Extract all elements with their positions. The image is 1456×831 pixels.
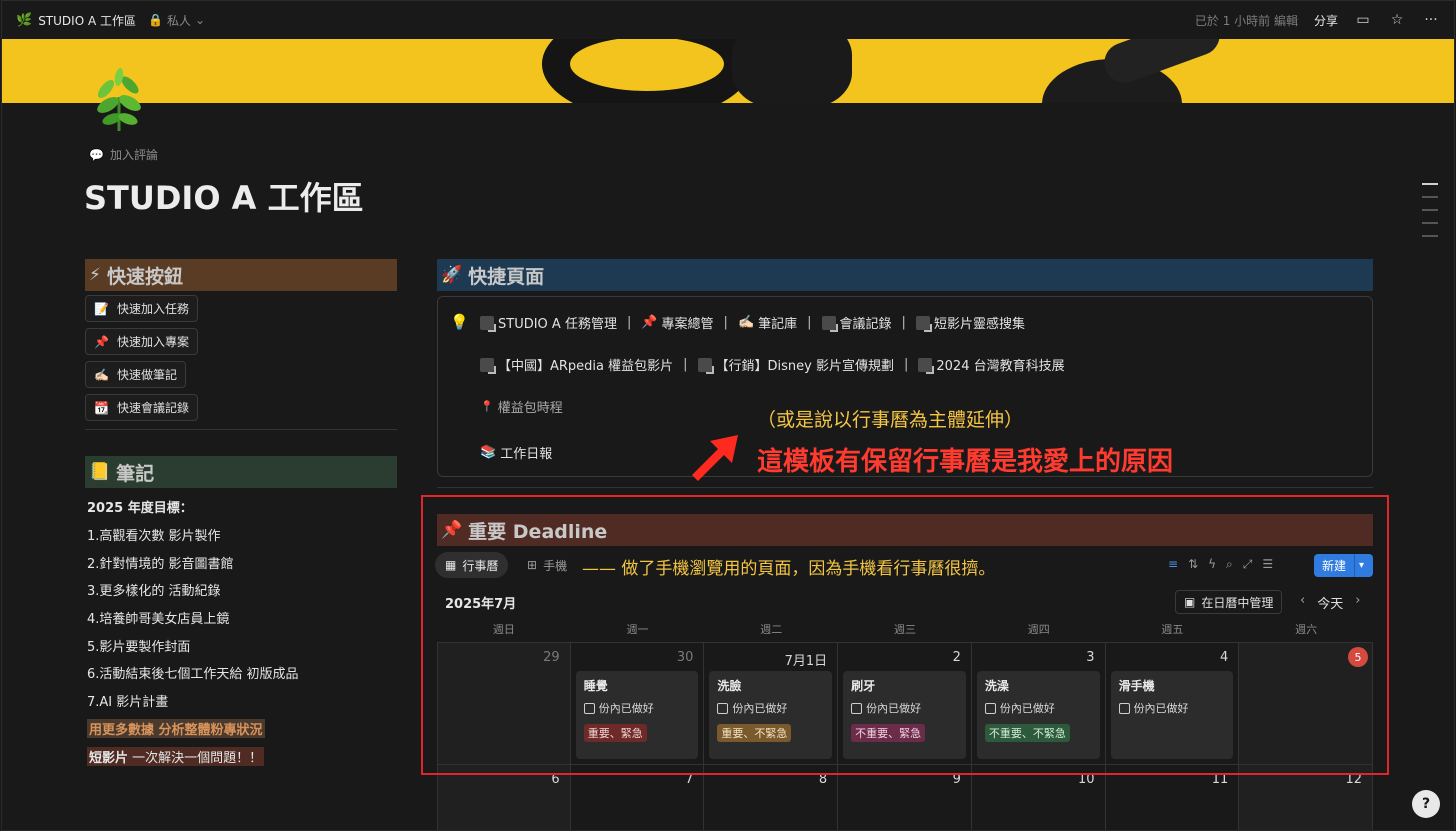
privacy-label: 私人 xyxy=(166,13,191,28)
star-icon[interactable]: ☆ xyxy=(1388,12,1406,28)
page-title[interactable]: STUDIO A 工作區 xyxy=(84,173,364,219)
add-comment[interactable]: 💬 加入評論 xyxy=(89,146,158,163)
share-button[interactable]: 分享 xyxy=(1314,12,1338,29)
quick-add-task-button[interactable]: 📝 快速加入任務 xyxy=(85,295,198,322)
quick-buttons-heading-text: 快速按鈕 xyxy=(106,265,183,288)
page-link[interactable]: ✍🏻 筆記庫 xyxy=(738,313,797,332)
quick-add-task-label: 快速加入任務 xyxy=(116,302,189,316)
table-of-contents-indicator[interactable] xyxy=(1422,183,1438,248)
page-link-icon xyxy=(915,315,932,332)
lock-icon: 🔒 xyxy=(147,13,163,27)
notion-window: 🌿 STUDIO A 工作區 🔒 私人 ⌄ 已於 1 小時前 編輯 分享 ▭ ☆… xyxy=(1,0,1455,831)
workspace-leaf-icon: 🌿 xyxy=(16,12,33,28)
page-link[interactable]: STUDIO A 任務管理 xyxy=(480,313,617,332)
page-link-label: STUDIO A 任務管理 xyxy=(498,317,617,332)
page-link-icon xyxy=(821,315,838,332)
quick-buttons-heading: ⚡ 快速按鈕 xyxy=(85,259,397,291)
goal-title: 2025 年度目標： xyxy=(87,501,193,517)
page-link-label: 【行銷】Disney 影片宣傳規劃 xyxy=(715,359,894,374)
help-icon[interactable]: ? xyxy=(1412,790,1440,818)
comment-icon: 💬 xyxy=(89,147,104,162)
page-link-icon xyxy=(480,315,496,332)
quick-pages-heading-text: 快捷頁面 xyxy=(468,265,545,288)
page-link[interactable]: 📍 權益包時程 xyxy=(480,397,563,416)
quick-add-project-button[interactable]: 📌 快速加入專案 xyxy=(85,328,198,355)
books-icon: 📚 xyxy=(480,445,497,460)
chevron-down-icon: ⌄ xyxy=(194,13,206,27)
goal-item: 2.針對情境的 影音圖書館 xyxy=(87,556,234,572)
notes-heading-text: 筆記 xyxy=(116,462,155,485)
annotation-text: （或是說以行事曆為主體延伸） xyxy=(757,409,1024,431)
page-link-label: 筆記庫 xyxy=(758,317,798,332)
writing-hand-icon: ✍🏻 xyxy=(94,367,109,382)
page-link[interactable]: 📌 專案總管 xyxy=(641,313,713,332)
page-link[interactable]: 短影片靈感搜集 xyxy=(915,313,1025,332)
quick-note-button[interactable]: ✍🏻 快速做筆記 xyxy=(85,361,186,388)
page-link-label: 會議記錄 xyxy=(839,317,892,332)
top-bar: 🌿 STUDIO A 工作區 🔒 私人 ⌄ 已於 1 小時前 編輯 分享 ▭ ☆… xyxy=(2,1,1454,39)
short-video-label: 短影片 xyxy=(89,750,129,766)
quick-pages-heading: 🚀 快捷頁面 xyxy=(437,259,1373,291)
quick-add-project-label: 快速加入專案 xyxy=(116,335,189,349)
page-link-label: 【中國】ARpedia 權益包影片 xyxy=(498,359,674,374)
page-link[interactable]: 會議記錄 xyxy=(821,313,892,332)
page-link-icon xyxy=(480,357,496,374)
goal-item: 1.高觀看次數 影片製作 xyxy=(87,529,221,545)
lightning-icon: ⚡ xyxy=(89,265,101,285)
writing-hand-icon: ✍🏻 xyxy=(737,315,755,330)
breadcrumb-workspace[interactable]: STUDIO A 工作區 xyxy=(38,12,136,29)
quick-note-label: 快速做筆記 xyxy=(116,368,177,382)
quick-pages-row: 📍 權益包時程 xyxy=(480,397,563,416)
quick-pages-row: 📚 工作日報 xyxy=(480,443,552,462)
page-link-label: 短影片靈感搜集 xyxy=(933,317,1025,332)
notebook-icon: 📒 xyxy=(89,462,111,482)
quick-meeting-button[interactable]: 📆 快速會議記錄 xyxy=(85,394,198,421)
goal-item: 5.影片要製作封面 xyxy=(87,639,191,655)
pushpin-icon: 📌 xyxy=(94,334,109,349)
page-link-label: 工作日報 xyxy=(500,447,553,462)
quick-pages-row: STUDIO A 任務管理 | 📌 專案總管 | ✍🏻 筆記庫 | 會議記錄 | 短… xyxy=(480,313,1025,332)
short-video-text: 一次解決一個問題！！ xyxy=(128,750,263,766)
notes-list: 2025 年度目標： 1.高觀看次數 影片製作 2.針對情境的 影音圖書館 3.… xyxy=(87,493,299,770)
annotation-frame xyxy=(421,495,1389,775)
add-comment-label: 加入評論 xyxy=(109,148,158,162)
notes-heading: 📒 筆記 xyxy=(85,456,397,488)
divider xyxy=(85,429,397,430)
lightbulb-icon: 💡 xyxy=(450,313,469,331)
goal-item: 7.AI 影片計畫 xyxy=(87,695,169,711)
annotation-text: 這模板有保留行事曆是我愛上的原因 xyxy=(757,447,1174,477)
page-link-label: 2024 台灣教育科技展 xyxy=(936,359,1065,374)
highlighted-note: 用更多數據 分析整體粉專狀況 xyxy=(87,718,265,738)
map-pin-icon: 📍 xyxy=(480,400,494,413)
page-cover-image xyxy=(2,39,1454,103)
page-link-icon xyxy=(697,357,714,374)
memo-icon: 📝 xyxy=(94,301,109,316)
goal-item: 3.更多樣化的 活動紀錄 xyxy=(87,584,221,600)
quick-meeting-label: 快速會議記錄 xyxy=(116,401,189,415)
page-link-icon xyxy=(918,357,935,374)
page-link[interactable]: 2024 台灣教育科技展 xyxy=(918,355,1065,374)
page-link[interactable]: 【中國】ARpedia 權益包影片 xyxy=(480,355,673,374)
page-link[interactable]: 【行銷】Disney 影片宣傳規劃 xyxy=(697,355,894,374)
annotation-arrow-icon xyxy=(692,435,738,481)
comments-icon[interactable]: ▭ xyxy=(1354,12,1372,28)
plant-icon[interactable] xyxy=(86,67,152,133)
calendar-icon: 📆 xyxy=(94,400,109,415)
privacy-menu[interactable]: 🔒 私人 ⌄ xyxy=(148,12,205,29)
rocket-icon: 🚀 xyxy=(441,265,463,285)
divider xyxy=(437,487,1373,488)
page-link-label: 權益包時程 xyxy=(497,401,563,416)
edited-status: 已於 1 小時前 編輯 xyxy=(1194,13,1298,28)
page-link-label: 專案總管 xyxy=(661,317,714,332)
goal-item: 4.培養帥哥美女店員上鏡 xyxy=(87,612,230,628)
more-icon[interactable]: ··· xyxy=(1422,12,1440,28)
pushpin-icon: 📌 xyxy=(641,315,658,330)
goal-item: 6.活動結束後七個工作天給 初版成品 xyxy=(87,667,299,683)
quick-pages-row: 【中國】ARpedia 權益包影片 | 【行銷】Disney 影片宣傳規劃 | … xyxy=(480,355,1065,374)
page-link[interactable]: 📚 工作日報 xyxy=(480,443,552,462)
